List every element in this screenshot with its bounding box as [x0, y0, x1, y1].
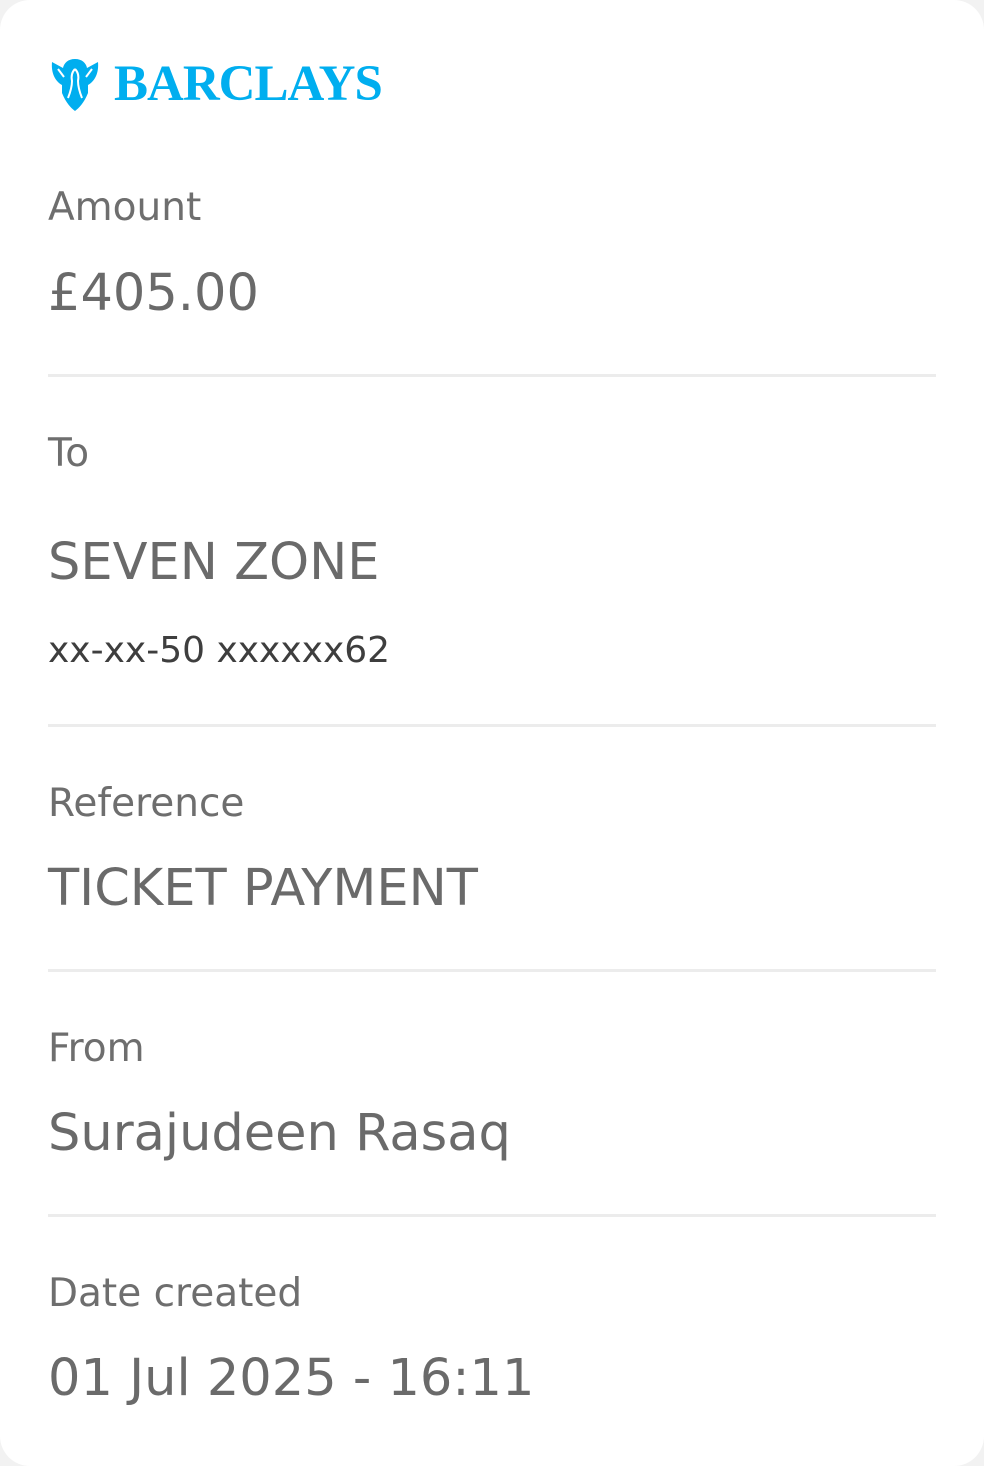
payment-receipt-card: BARCLAYS Amount £405.00 To SEVEN ZONE xx… — [0, 0, 984, 1466]
sender-name: Surajudeen Rasaq — [48, 1104, 511, 1163]
divider — [48, 374, 936, 377]
brand-name: BARCLAYS — [114, 56, 383, 112]
amount-label: Amount — [48, 185, 202, 230]
divider — [48, 1214, 936, 1217]
amount-value: £405.00 — [48, 264, 259, 323]
date-created-value: 01 Jul 2025 - 16:11 — [48, 1349, 535, 1408]
eagle-icon — [48, 55, 102, 113]
date-created-label: Date created — [48, 1271, 303, 1316]
reference-label: Reference — [48, 781, 245, 826]
reference-value: TICKET PAYMENT — [48, 859, 478, 918]
barclays-logo: BARCLAYS — [48, 55, 383, 113]
to-label: To — [48, 431, 90, 476]
divider — [48, 724, 936, 727]
from-label: From — [48, 1026, 145, 1071]
divider — [48, 969, 936, 972]
recipient-account: xx-xx-50 xxxxxx62 — [48, 630, 391, 671]
recipient-name: SEVEN ZONE — [48, 533, 380, 592]
